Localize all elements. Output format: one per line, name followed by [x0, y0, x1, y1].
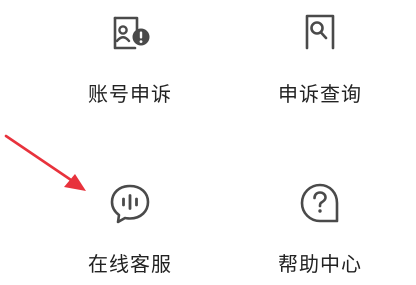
menu-item-label: 帮助中心 [278, 252, 362, 276]
menu-item-label: 账号申诉 [88, 82, 172, 106]
menu-item-label: 申诉查询 [278, 82, 362, 106]
menu-item-help-center[interactable]: 帮助中心 [245, 160, 395, 285]
menu-item-account-appeal[interactable]: 账号申诉 [55, 0, 205, 120]
online-service-icon [110, 184, 150, 224]
account-appeal-icon [113, 16, 150, 50]
appeal-query-icon [305, 14, 335, 50]
menu-item-label: 在线客服 [88, 252, 172, 276]
annotation-arrow [4, 134, 86, 191]
menu-item-appeal-query[interactable]: 申诉查询 [245, 0, 395, 120]
help-center-icon [300, 183, 339, 223]
